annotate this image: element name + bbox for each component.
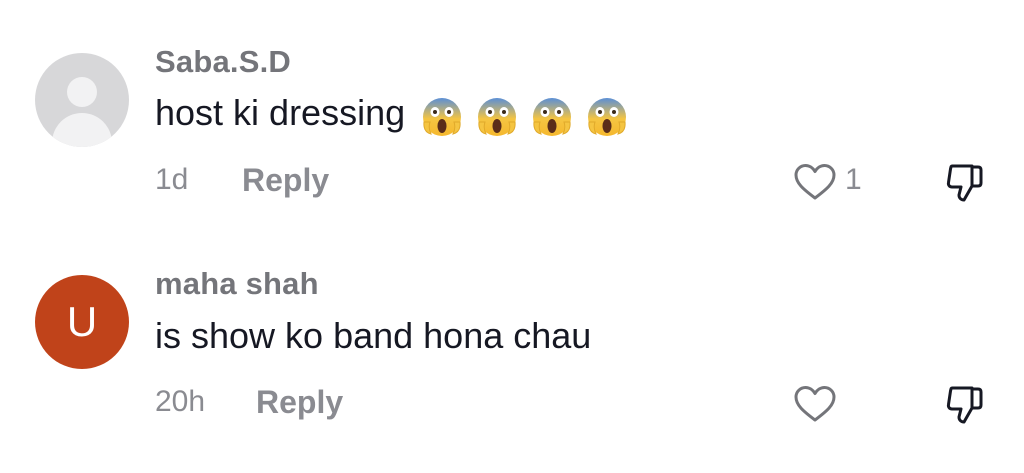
thumbs-down-outline-icon[interactable] xyxy=(944,382,990,426)
reply-button[interactable]: Reply xyxy=(256,384,343,421)
comment-timestamp: 1d xyxy=(155,163,189,196)
comment-text: host ki dressing xyxy=(155,92,631,138)
comment-item: U maha shah is show ko band hona chau 20… xyxy=(0,222,1024,424)
comment-username[interactable]: Saba.S.D xyxy=(155,44,291,80)
comment-text: is show ko band hona chau xyxy=(155,315,592,356)
thumbs-down-outline-icon[interactable] xyxy=(944,160,990,204)
comment-timestamp: 20h xyxy=(155,385,206,418)
default-avatar-body-icon xyxy=(52,113,112,147)
face-screaming-in-fear-emoji xyxy=(588,97,627,136)
heart-outline-icon[interactable] xyxy=(793,384,837,424)
avatar[interactable] xyxy=(35,53,129,147)
default-avatar-head-icon xyxy=(67,77,97,107)
emoji-row xyxy=(421,93,631,137)
reply-button[interactable]: Reply xyxy=(242,162,329,199)
like-count: 1 xyxy=(845,163,862,196)
heart-outline-icon[interactable] xyxy=(793,162,837,202)
comment-item: Saba.S.D host ki dressing 1d Reply 1 xyxy=(0,0,1024,202)
face-screaming-in-fear-emoji xyxy=(423,97,462,136)
face-screaming-in-fear-emoji xyxy=(533,97,572,136)
avatar[interactable]: U xyxy=(35,275,129,369)
face-screaming-in-fear-emoji xyxy=(478,97,517,136)
comment-text-body: host ki dressing xyxy=(155,92,406,133)
comment-username[interactable]: maha shah xyxy=(155,266,319,302)
